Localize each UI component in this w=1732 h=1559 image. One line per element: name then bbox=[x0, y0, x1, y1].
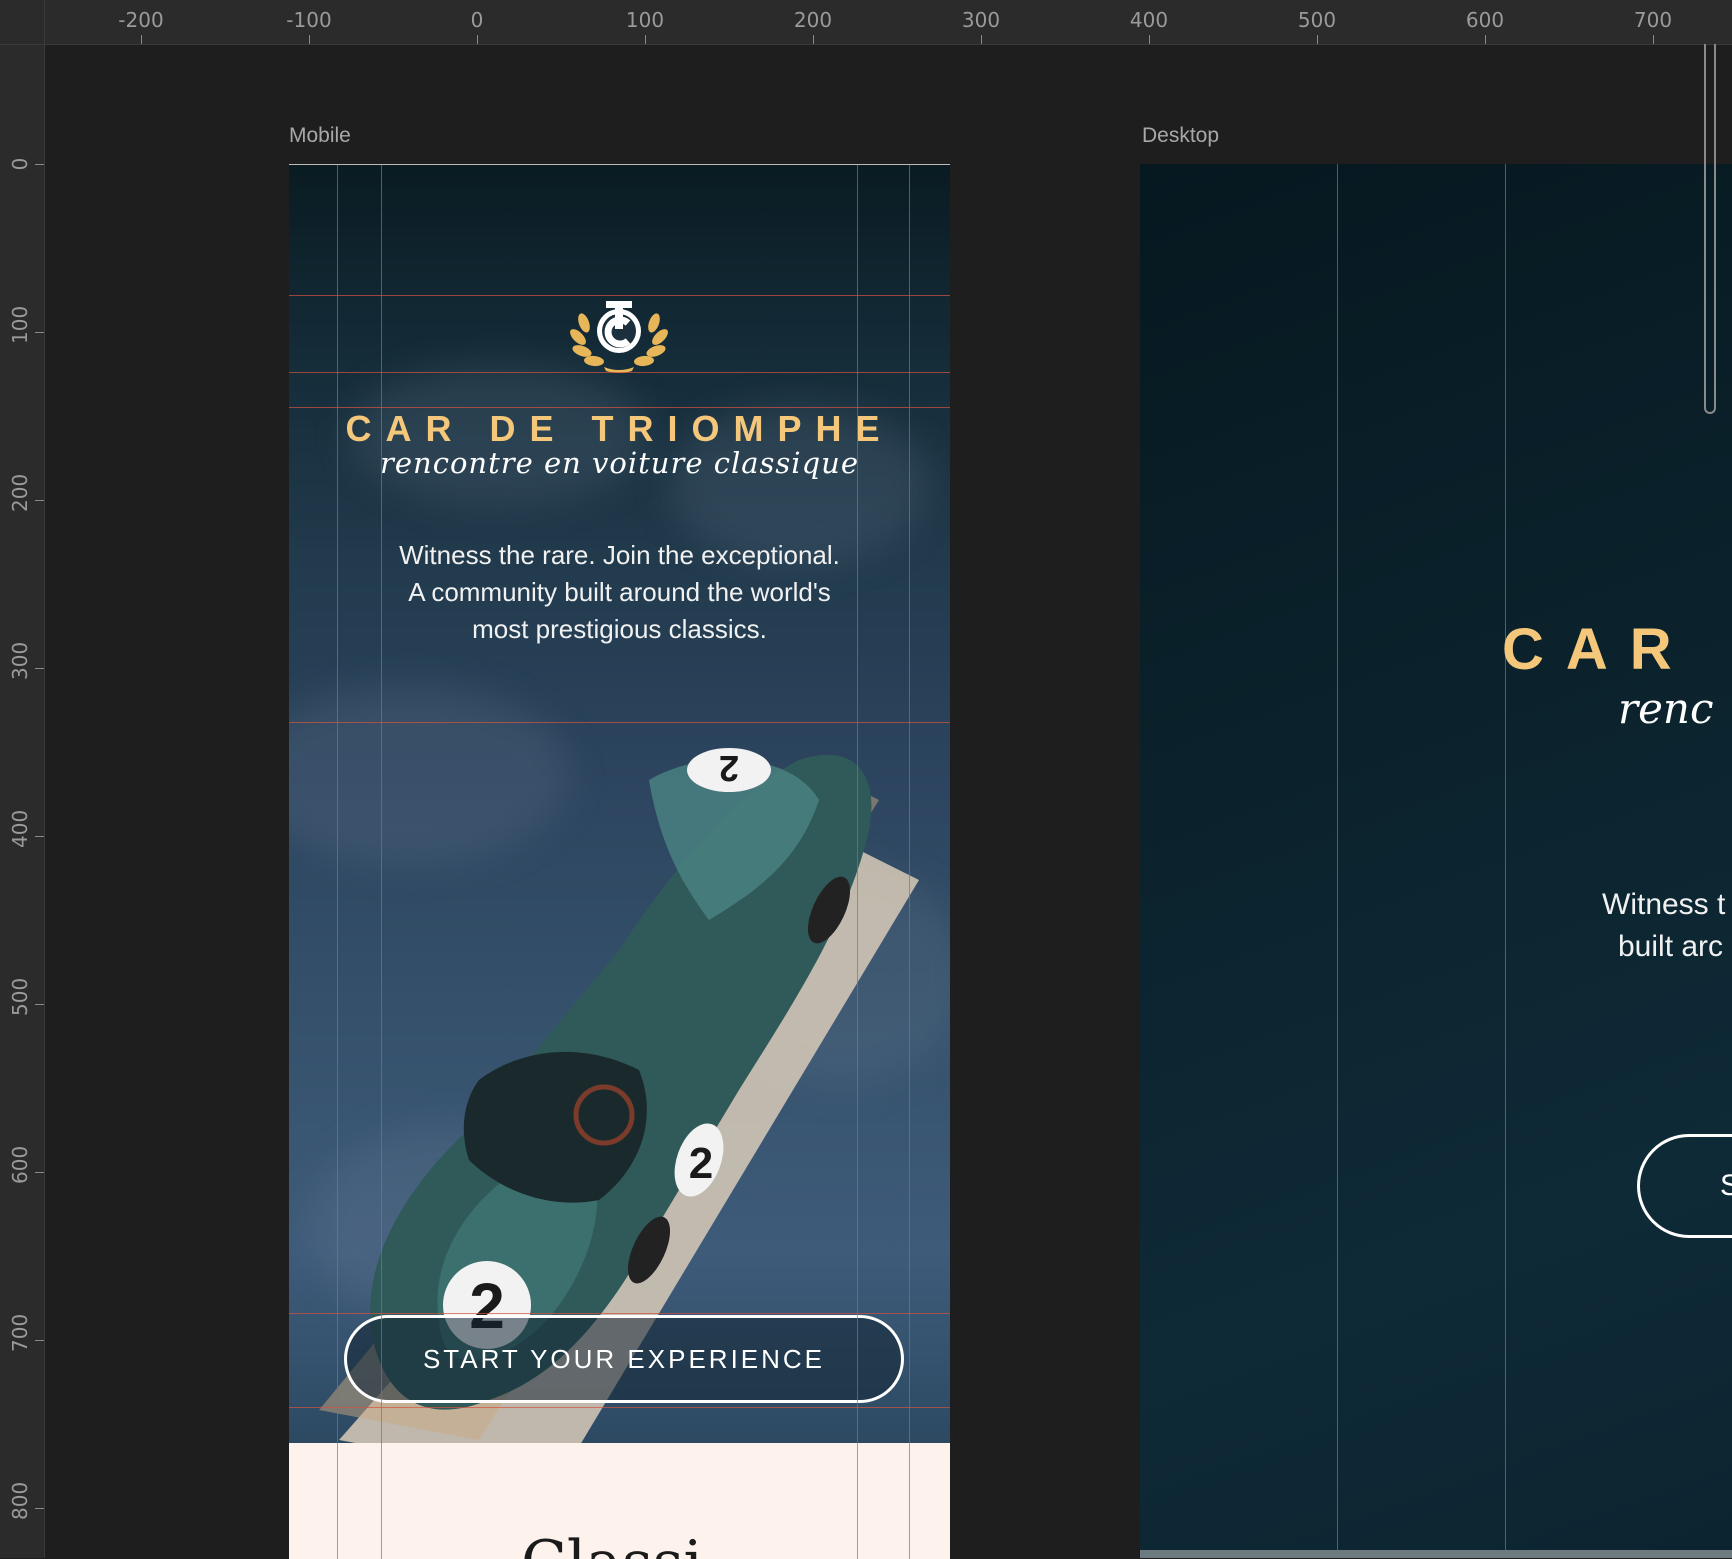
ruler-label: 200 bbox=[8, 473, 32, 512]
desktop-cta-label: S bbox=[1720, 1169, 1732, 1203]
ruler-label: 700 bbox=[1633, 8, 1673, 32]
layout-guide bbox=[857, 165, 858, 1559]
ruler-label: 0 bbox=[470, 8, 484, 32]
desktop-frame-edge bbox=[1140, 1550, 1732, 1558]
mobile-frame-label[interactable]: Mobile bbox=[289, 124, 351, 148]
desktop-brand-tagline: renc bbox=[1618, 684, 1714, 733]
desktop-start-experience-button[interactable]: S bbox=[1637, 1134, 1732, 1238]
laurel-crest-icon bbox=[570, 301, 668, 373]
hero-copy: Witness the rare. Join the exceptional. … bbox=[399, 540, 840, 644]
ruler-corner bbox=[0, 0, 45, 45]
desktop-hero-copy-line: built arc bbox=[1618, 930, 1724, 963]
ruler-label: 800 bbox=[8, 1481, 32, 1520]
ruler-label: 500 bbox=[8, 977, 32, 1016]
brand-title: CAR DE TRIOMPHE bbox=[345, 408, 894, 449]
car-number: 2 bbox=[719, 748, 739, 789]
brand-logo bbox=[564, 293, 674, 373]
car-number: 2 bbox=[689, 1139, 713, 1188]
ruler-label: 400 bbox=[8, 809, 32, 848]
ruler-label: 700 bbox=[8, 1313, 32, 1352]
ruler-label: 300 bbox=[961, 8, 1001, 32]
layout-guide bbox=[337, 165, 338, 1559]
layout-guide bbox=[289, 295, 950, 296]
layout-guide bbox=[909, 165, 910, 1559]
vertical-ruler: 0 100 200 300 400 500 600 700 800 bbox=[0, 44, 45, 1558]
desktop-hero-copy-line: Witness t bbox=[1602, 888, 1726, 921]
layout-guide bbox=[289, 1313, 950, 1314]
ruler-label: 0 bbox=[8, 157, 32, 171]
desktop-brand-title: CAR bbox=[1502, 617, 1694, 682]
ruler-label: 600 bbox=[8, 1145, 32, 1184]
layout-guide bbox=[289, 407, 950, 408]
ruler-label: 200 bbox=[793, 8, 833, 32]
desktop-frame[interactable]: CAR renc Witness t built arc S bbox=[1140, 164, 1732, 1558]
ruler-label: 400 bbox=[1129, 8, 1169, 32]
ruler-label: 600 bbox=[1465, 8, 1505, 32]
ruler-label: 500 bbox=[1297, 8, 1337, 32]
horizontal-ruler: -200 -100 0 100 200 300 400 500 600 700 bbox=[0, 0, 1732, 45]
vertical-scrollbar[interactable] bbox=[1704, 44, 1716, 414]
ruler-label: 100 bbox=[625, 8, 665, 32]
ruler-label: -100 bbox=[286, 8, 332, 32]
ruler-label: -200 bbox=[118, 8, 164, 32]
desktop-frame-label[interactable]: Desktop bbox=[1142, 124, 1219, 148]
start-experience-button[interactable]: START YOUR EXPERIENCE bbox=[344, 1315, 904, 1403]
layout-guide bbox=[1505, 164, 1506, 1558]
layout-guide bbox=[381, 165, 382, 1559]
collection-section: Classi bbox=[289, 1443, 950, 1559]
brand-tagline: rencontre en voiture classique bbox=[380, 446, 859, 480]
ruler-label: 300 bbox=[8, 641, 32, 680]
section-heading: Classi bbox=[521, 1528, 703, 1559]
layout-guide bbox=[1337, 164, 1338, 1558]
layout-guide bbox=[289, 1407, 950, 1408]
layout-guide bbox=[289, 372, 950, 373]
layout-guide bbox=[289, 722, 950, 723]
mobile-frame[interactable]: CAR DE TRIOMPHE rencontre en voiture cla… bbox=[289, 164, 950, 1559]
ruler-label: 100 bbox=[8, 305, 32, 344]
